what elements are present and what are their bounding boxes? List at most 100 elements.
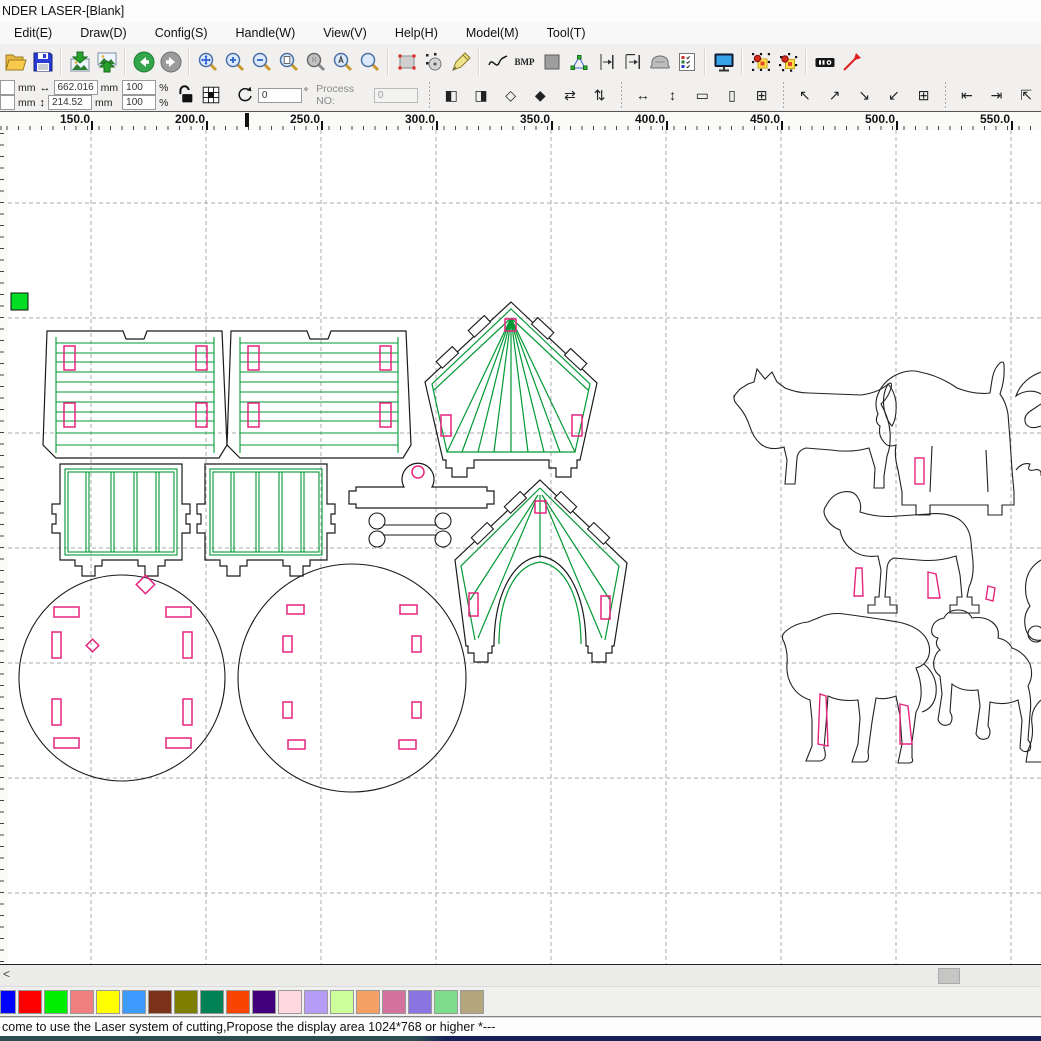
palette-swatch[interactable]	[226, 990, 250, 1014]
redo-icon[interactable]	[157, 48, 184, 75]
menu-help[interactable]: Help(H)	[381, 26, 452, 40]
mirror-bt-icon[interactable]: ◆	[528, 82, 552, 108]
menu-edit[interactable]: Edit(E)	[0, 26, 66, 40]
dim-left-icon[interactable]: ⇤	[955, 82, 979, 108]
palette-swatch[interactable]	[0, 990, 16, 1014]
flip-v-icon[interactable]: ⇅	[588, 82, 612, 108]
flip-h-icon[interactable]: ⇄	[558, 82, 582, 108]
align-center-icon[interactable]: ⊞	[912, 82, 936, 108]
menu-tool[interactable]: Tool(T)	[533, 26, 600, 40]
disc-base-b[interactable]	[238, 564, 466, 792]
equal-width-icon[interactable]: ▭	[690, 82, 714, 108]
y-field[interactable]	[0, 95, 15, 110]
scale-y-field[interactable]: 100	[122, 95, 156, 110]
grid-cell-icon[interactable]	[199, 82, 222, 108]
rotate-field[interactable]: 0	[258, 88, 302, 103]
palette-swatch[interactable]	[70, 990, 94, 1014]
zoom-in-icon[interactable]	[221, 48, 248, 75]
palette-swatch[interactable]	[122, 990, 146, 1014]
side-panel-right[interactable]	[227, 331, 411, 458]
scrollbar-thumb[interactable]	[938, 968, 960, 984]
curve-draw-icon[interactable]	[484, 48, 511, 75]
palette-swatch[interactable]	[252, 990, 276, 1014]
palette-swatch[interactable]	[356, 990, 380, 1014]
zoom-view-icon[interactable]	[356, 48, 383, 75]
import-image-icon[interactable]	[66, 48, 93, 75]
layer-swatch[interactable]	[11, 293, 28, 310]
zoom-out-icon[interactable]	[248, 48, 275, 75]
palette-swatch[interactable]	[408, 990, 432, 1014]
zoom-font-icon[interactable]	[329, 48, 356, 75]
rotate-icon[interactable]	[233, 82, 256, 108]
menu-draw[interactable]: Draw(D)	[66, 26, 141, 40]
palette-swatch[interactable]	[44, 990, 68, 1014]
pen-edit-icon[interactable]	[447, 48, 474, 75]
node-edit-icon[interactable]	[420, 48, 447, 75]
align-bottom-right-icon[interactable]: ↘	[852, 82, 876, 108]
palette-swatch[interactable]	[18, 990, 42, 1014]
scroll-left-icon[interactable]: <	[3, 967, 10, 981]
space-h-icon[interactable]: ↔	[631, 82, 655, 108]
open-folder-icon[interactable]	[2, 48, 29, 75]
side-panel-left[interactable]	[43, 331, 227, 458]
align-top-right-icon[interactable]: ↗	[823, 82, 847, 108]
align-bottom-left-icon[interactable]: ↙	[882, 82, 906, 108]
laser-head-icon[interactable]	[811, 48, 838, 75]
disc-base-a[interactable]	[19, 575, 225, 781]
menu-view[interactable]: View(V)	[309, 26, 381, 40]
menu-config[interactable]: Config(S)	[141, 26, 222, 40]
x-field[interactable]	[0, 80, 15, 95]
process-list-icon[interactable]	[673, 48, 700, 75]
lock-ratio-icon[interactable]	[174, 82, 197, 108]
menu-handle[interactable]: Handle(W)	[222, 26, 310, 40]
mirror-lr-icon[interactable]: ◧	[439, 82, 463, 108]
height-field[interactable]: 214.52	[48, 95, 92, 110]
align-top-left-icon[interactable]: ↖	[793, 82, 817, 108]
hanging-sign[interactable]	[349, 463, 494, 508]
array-copy-icon[interactable]	[747, 48, 774, 75]
width-field[interactable]: 662.016	[54, 80, 98, 95]
palette-swatch[interactable]	[330, 990, 354, 1014]
palette-swatch[interactable]	[382, 990, 406, 1014]
palette-swatch[interactable]	[304, 990, 328, 1014]
dim-corner-icon[interactable]: ⇱	[1014, 82, 1038, 108]
zoom-all-icon[interactable]	[302, 48, 329, 75]
gable-door[interactable]	[455, 480, 627, 662]
simulate-run-icon[interactable]	[838, 48, 865, 75]
select-rect-icon[interactable]	[393, 48, 420, 75]
undo-icon[interactable]	[130, 48, 157, 75]
dog-silhouettes[interactable]	[734, 362, 1041, 763]
palette-swatch[interactable]	[174, 990, 198, 1014]
menu-model[interactable]: Model(M)	[452, 26, 533, 40]
bmp-text-icon[interactable]: BMP	[511, 48, 538, 75]
palette-swatch[interactable]	[460, 990, 484, 1014]
distribute-h-icon[interactable]	[592, 48, 619, 75]
fill-square-icon[interactable]	[538, 48, 565, 75]
zoom-pan-icon[interactable]	[194, 48, 221, 75]
horizontal-scrollbar[interactable]: <	[0, 964, 1041, 987]
equal-height-icon[interactable]: ▯	[720, 82, 744, 108]
export-image-icon[interactable]	[93, 48, 120, 75]
array-copy-rotate-icon[interactable]	[774, 48, 801, 75]
palette-swatch[interactable]	[148, 990, 172, 1014]
palette-swatch[interactable]	[200, 990, 224, 1014]
equal-size-icon[interactable]: ⊞	[750, 82, 774, 108]
zoom-page-icon[interactable]	[275, 48, 302, 75]
palette-swatch[interactable]	[96, 990, 120, 1014]
preview-monitor-icon[interactable]	[710, 48, 737, 75]
mirror-tb-icon[interactable]: ◇	[499, 82, 523, 108]
laser-machine-icon[interactable]	[646, 48, 673, 75]
dim-right-icon[interactable]: ⇥	[985, 82, 1009, 108]
palette-swatch[interactable]	[278, 990, 302, 1014]
mirror-rl-icon[interactable]: ◨	[469, 82, 493, 108]
slat-panel-right[interactable]	[197, 464, 335, 576]
node-connect-icon[interactable]	[565, 48, 592, 75]
scale-x-field[interactable]: 100	[122, 80, 156, 95]
drawing-canvas[interactable]	[8, 130, 1041, 964]
gable-front[interactable]	[425, 302, 597, 477]
space-v-icon[interactable]: ↕	[661, 82, 685, 108]
dog-bone[interactable]	[369, 513, 451, 547]
palette-swatch[interactable]	[434, 990, 458, 1014]
slat-panel-left[interactable]	[52, 464, 190, 576]
process-field[interactable]: 0	[374, 88, 418, 103]
